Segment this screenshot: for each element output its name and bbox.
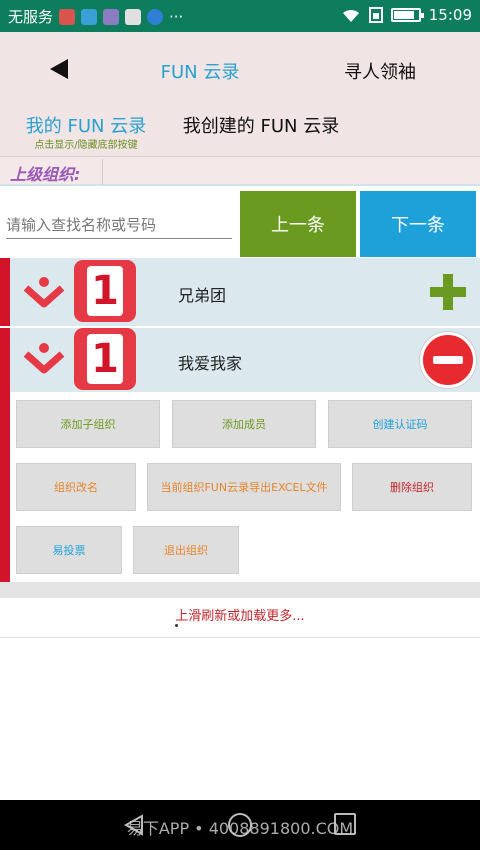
app-header: FUN 云录 寻人领袖 我的 FUN 云录 点击显示/隐藏底部按键 我创建的 F… [0,32,480,156]
load-more-text[interactable]: 上滑刷新或加载更多... [0,598,480,638]
sim-icon [368,7,383,23]
carrier-text: 无服务 [8,8,54,26]
tab-my-fun-hint: 点击显示/隐藏底部按键 [34,140,138,151]
wifi-icon [342,9,359,22]
row-accent-bar [0,258,10,326]
org-row[interactable]: 1 兄弟团 [0,258,480,326]
more-notifications-icon: ··· [169,7,184,26]
plus-icon[interactable] [428,272,468,312]
tab-my-fun[interactable]: 我的 FUN 云录 [16,112,156,138]
tab-created-fun[interactable]: 我创建的 FUN 云录 [176,112,346,138]
prev-button[interactable]: 上一条 [240,191,356,257]
rename-org-button[interactable]: 组织改名 [16,463,136,511]
row-accent-bar [0,392,10,582]
parent-org-label: 上级组织: [10,165,81,184]
expand-chevron-icon[interactable] [22,274,66,310]
back-arrow-icon[interactable] [44,54,74,84]
status-bar: 无服务 ··· 15:09 [0,0,480,32]
next-button[interactable]: 下一条 [360,191,476,257]
add-member-button[interactable]: 添加成员 [172,400,316,448]
app-notification-icon [103,8,120,25]
app-notification-icon [59,8,76,25]
org-row[interactable]: 1 我爱我家 [0,328,480,392]
app-notification-icon [147,8,164,25]
find-leader-button[interactable]: 寻人领袖 [320,58,440,84]
clock: 15:09 [428,6,472,24]
org-name: 我爱我家 [178,354,243,373]
search-row: 上一条 下一条 [0,191,480,257]
parent-org-strip[interactable]: 上级组织: [0,156,480,186]
search-input[interactable] [6,211,232,239]
watermark: 易下APP • 4008891800.COM [126,819,354,838]
loading-dot [175,624,178,627]
exit-org-button[interactable]: 退出组织 [133,526,239,574]
app-notification-icon [81,8,98,25]
add-suborg-button[interactable]: 添加子组织 [16,400,160,448]
divider [102,159,103,185]
export-excel-button[interactable]: 当前组织FUN云录导出EXCEL文件 [147,463,341,511]
app-notification-icon [125,8,142,25]
org-action-panel: 添加子组织 添加成员 创建认证码 组织改名 当前组织FUN云录导出EXCEL文件… [0,392,480,582]
easy-vote-button[interactable]: 易投票 [16,526,122,574]
delete-org-button[interactable]: 删除组织 [352,463,472,511]
row-accent-bar [0,328,10,392]
org-number-badge: 1 [74,260,136,322]
page-title: FUN 云录 [160,62,240,83]
divider [0,582,480,598]
create-code-button[interactable]: 创建认证码 [328,400,472,448]
org-number-badge: 1 [74,328,136,390]
minus-icon[interactable] [420,332,476,388]
org-name: 兄弟团 [178,286,227,305]
battery-icon [390,8,424,22]
collapse-chevron-icon[interactable] [22,340,66,376]
